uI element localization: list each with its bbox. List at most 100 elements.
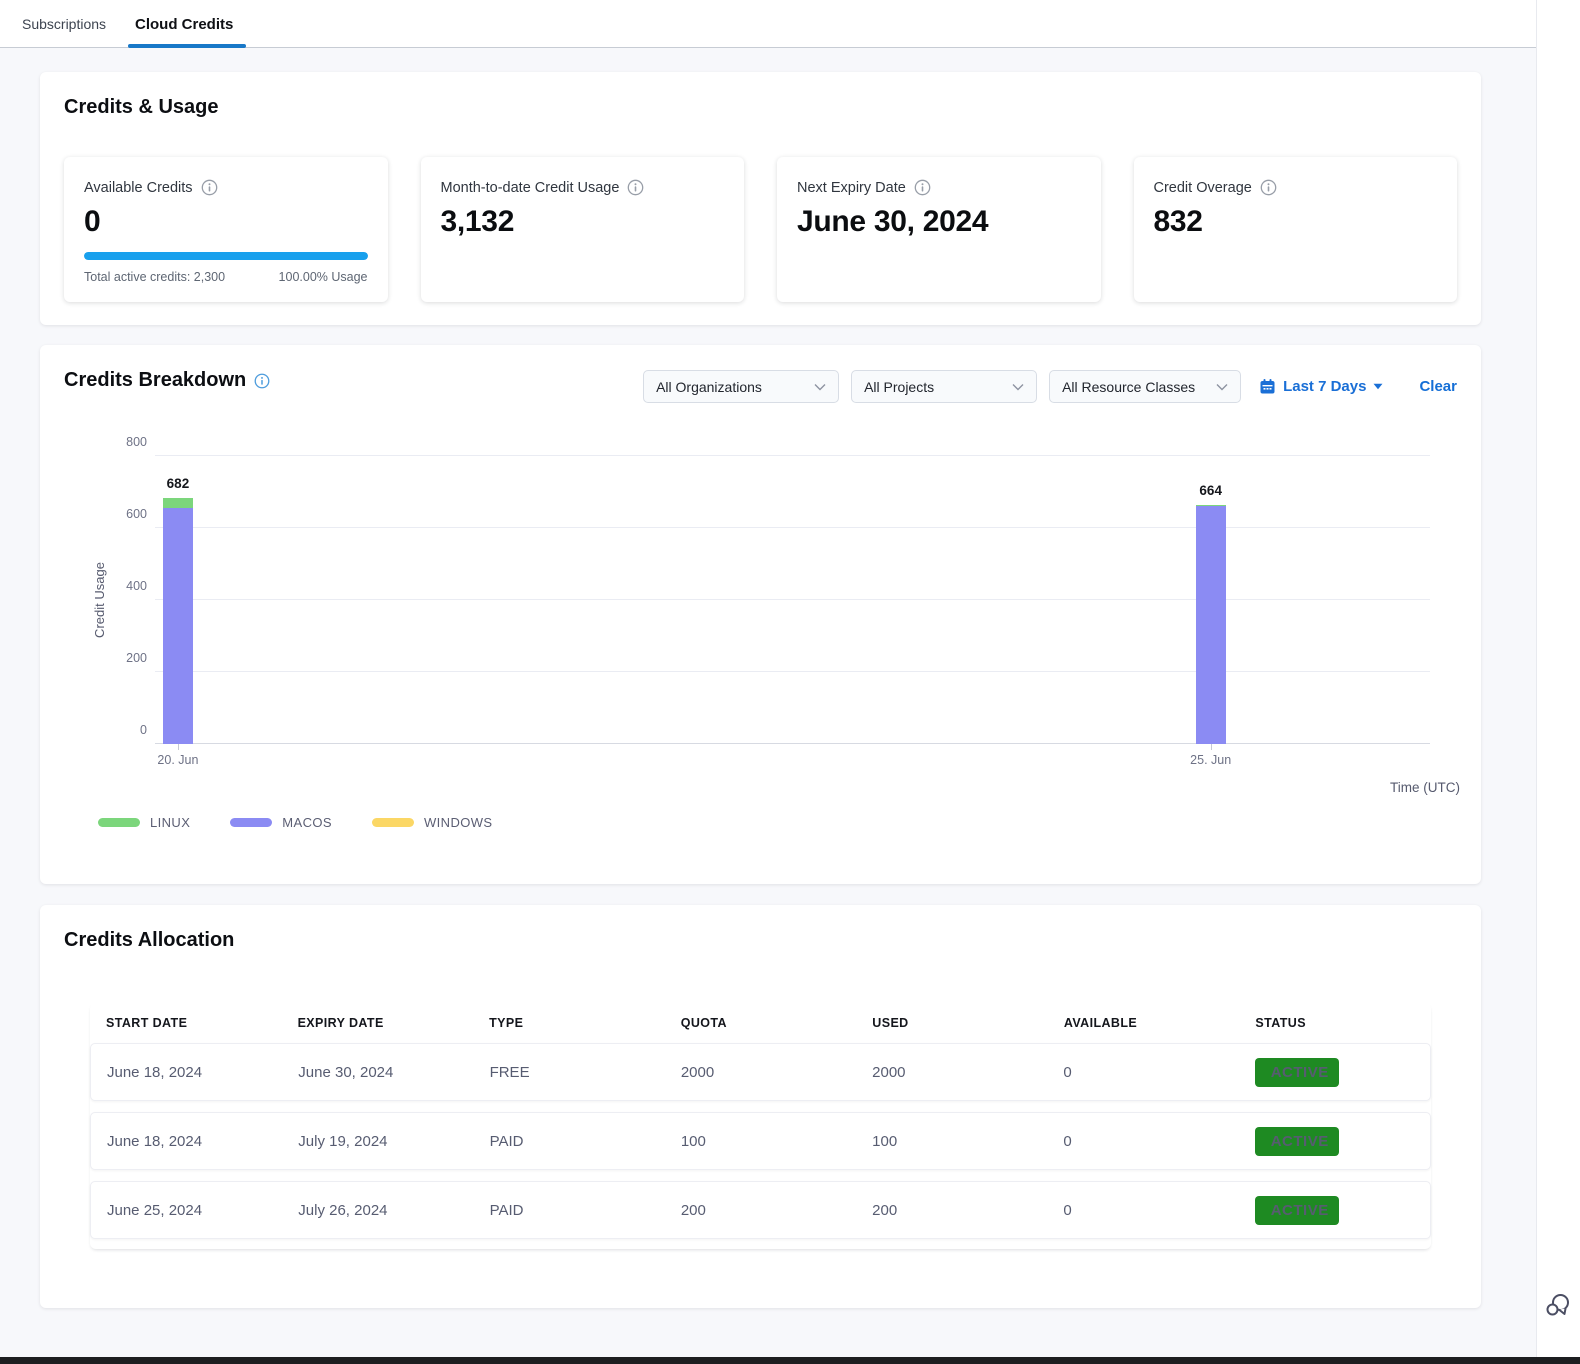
date-range-value: Last 7 Days — [1283, 378, 1366, 395]
chart-legend: LINUX MACOS WINDOWS — [98, 815, 492, 830]
credit-overage-label-row: Credit Overage — [1154, 179, 1438, 196]
chart-bar[interactable] — [1196, 505, 1226, 744]
col-start-date: START DATE — [90, 1016, 282, 1030]
stat-card-grid: Available Credits 0 Total active credits… — [64, 157, 1457, 302]
legend-label: WINDOWS — [424, 815, 493, 830]
next-expiry-label-row: Next Expiry Date — [797, 179, 1081, 196]
right-gutter — [1538, 0, 1580, 1357]
chart-gridline — [155, 671, 1430, 672]
available-credits-label: Available Credits — [84, 180, 193, 196]
info-icon[interactable] — [201, 179, 218, 196]
chart-x-tick — [1211, 744, 1212, 750]
cell-available: 0 — [1047, 1133, 1238, 1150]
cell-status: ACTIVE — [1239, 1196, 1430, 1225]
cell-status: ACTIVE — [1239, 1127, 1430, 1156]
mtd-usage-card: Month-to-date Credit Usage 3,132 — [421, 157, 745, 302]
status-badge: ACTIVE — [1255, 1196, 1339, 1225]
chart-y-axis-label: Credit Usage — [92, 540, 108, 660]
table-row: June 25, 2024 July 26, 2024 PAID 200 200… — [90, 1181, 1431, 1239]
chart-x-axis-label: Time (UTC) — [1390, 780, 1460, 795]
tab-subscriptions[interactable]: Subscriptions — [22, 0, 106, 48]
tab-cloud-credits[interactable]: Cloud Credits — [135, 0, 233, 48]
info-icon[interactable] — [1260, 179, 1277, 196]
mtd-usage-label: Month-to-date Credit Usage — [441, 180, 620, 196]
legend-item-linux[interactable]: LINUX — [98, 815, 190, 830]
tab-bar: Subscriptions Cloud Credits — [0, 0, 1536, 48]
cell-used: 2000 — [856, 1064, 1047, 1081]
chart-bar-segment-macos — [1196, 506, 1226, 744]
chevron-down-icon — [1012, 383, 1024, 391]
cell-expiry-date: July 26, 2024 — [282, 1202, 473, 1219]
legend-swatch — [372, 818, 414, 827]
info-icon[interactable] — [914, 179, 931, 196]
chart-x-tick-label: 25. Jun — [1190, 753, 1231, 767]
chart-bar-value: 682 — [167, 476, 190, 491]
credits-breakdown-title: Credits Breakdown — [64, 369, 246, 392]
cell-available: 0 — [1047, 1064, 1238, 1081]
cell-quota: 100 — [665, 1133, 856, 1150]
chevron-down-icon — [1216, 383, 1228, 391]
chat-bubbles-icon[interactable] — [1543, 1290, 1573, 1320]
info-icon[interactable] — [627, 179, 644, 196]
chart-y-tick: 800 — [107, 435, 147, 449]
chart-y-tick: 0 — [107, 723, 147, 737]
active-tab-underline — [128, 44, 246, 48]
cloud-credits-page: Subscriptions Cloud Credits Credits & Us… — [0, 0, 1580, 1364]
cell-used: 100 — [856, 1133, 1047, 1150]
bottom-window-edge — [0, 1357, 1580, 1364]
projects-select[interactable]: All Projects — [851, 370, 1037, 403]
available-credits-footer: Total active credits: 2,300 100.00% Usag… — [84, 270, 368, 284]
legend-label: MACOS — [282, 815, 332, 830]
credits-usage-title: Credits & Usage — [64, 96, 219, 119]
credit-usage-chart: Credit Usage Time (UTC) 0200400600800682… — [155, 456, 1430, 744]
clear-filters-link[interactable]: Clear — [1419, 378, 1457, 395]
chart-gridline — [155, 743, 1430, 744]
usage-percent: 100.00% Usage — [279, 270, 368, 284]
available-credits-card: Available Credits 0 Total active credits… — [64, 157, 388, 302]
breakdown-filters: All Organizations All Projects All Resou… — [643, 370, 1457, 403]
chart-bar-segment-macos — [163, 508, 193, 744]
table-row: June 18, 2024 June 30, 2024 FREE 2000 20… — [90, 1043, 1431, 1101]
status-badge: ACTIVE — [1255, 1127, 1339, 1156]
calendar-icon — [1259, 378, 1276, 395]
total-active-credits: Total active credits: 2,300 — [84, 270, 225, 284]
cell-start-date: June 18, 2024 — [91, 1133, 282, 1150]
next-expiry-label: Next Expiry Date — [797, 180, 906, 196]
chart-gridline — [155, 455, 1430, 456]
chart-x-tick — [178, 744, 179, 750]
credits-breakdown-title-row: Credits Breakdown — [64, 369, 270, 392]
legend-swatch — [230, 818, 272, 827]
cell-start-date: June 18, 2024 — [91, 1064, 282, 1081]
credits-allocation-section: Credits Allocation START DATE EXPIRY DAT… — [40, 905, 1481, 1308]
allocation-table: START DATE EXPIRY DATE TYPE QUOTA USED A… — [90, 1003, 1431, 1249]
resource-classes-select[interactable]: All Resource Classes — [1049, 370, 1241, 403]
chevron-down-icon — [814, 383, 826, 391]
info-icon[interactable] — [254, 373, 270, 389]
legend-swatch — [98, 818, 140, 827]
legend-item-windows[interactable]: WINDOWS — [372, 815, 493, 830]
next-expiry-value: June 30, 2024 — [797, 205, 1081, 239]
chart-gridline — [155, 527, 1430, 528]
cell-quota: 200 — [665, 1202, 856, 1219]
chart-bar[interactable] — [163, 498, 193, 744]
chart-y-tick: 400 — [107, 579, 147, 593]
projects-select-value: All Projects — [864, 379, 934, 395]
cell-status: ACTIVE — [1239, 1058, 1430, 1087]
cell-start-date: June 25, 2024 — [91, 1202, 282, 1219]
caret-down-icon — [1373, 383, 1383, 390]
allocation-table-header: START DATE EXPIRY DATE TYPE QUOTA USED A… — [90, 1003, 1431, 1043]
col-expiry-date: EXPIRY DATE — [282, 1016, 474, 1030]
cell-used: 200 — [856, 1202, 1047, 1219]
col-type: TYPE — [473, 1016, 665, 1030]
date-range-picker[interactable]: Last 7 Days — [1259, 378, 1383, 395]
credit-overage-value: 832 — [1154, 205, 1438, 239]
mtd-usage-label-row: Month-to-date Credit Usage — [441, 179, 725, 196]
credits-usage-section: Credits & Usage Available Credits 0 Tota — [40, 72, 1481, 325]
cell-expiry-date: June 30, 2024 — [282, 1064, 473, 1081]
legend-label: LINUX — [150, 815, 190, 830]
legend-item-macos[interactable]: MACOS — [230, 815, 332, 830]
col-status: STATUS — [1239, 1016, 1431, 1030]
cell-expiry-date: July 19, 2024 — [282, 1133, 473, 1150]
available-credits-value: 0 — [84, 205, 368, 239]
organizations-select[interactable]: All Organizations — [643, 370, 839, 403]
